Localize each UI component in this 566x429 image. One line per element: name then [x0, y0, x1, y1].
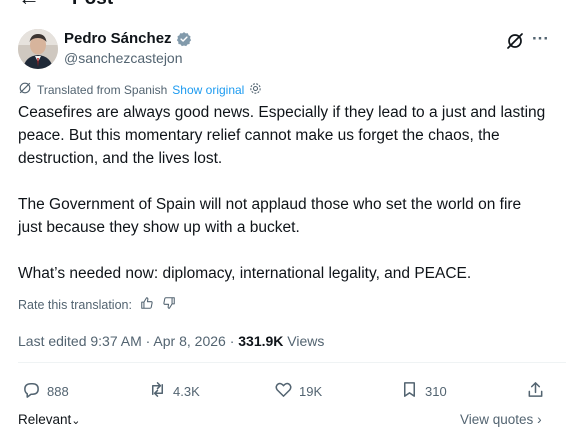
- share-button[interactable]: [526, 380, 545, 403]
- translate-icon: [18, 81, 32, 99]
- share-icon: [526, 380, 545, 403]
- author-name-text: Pedro Sánchez: [64, 30, 172, 47]
- translated-label: Translated from Spanish: [37, 83, 168, 97]
- tweet-text: Ceasefires are always good news. Especia…: [18, 101, 548, 308]
- author-name[interactable]: Pedro Sánchez: [64, 30, 192, 48]
- like-count: 19K: [299, 383, 323, 399]
- bookmark-count: 310: [425, 383, 447, 399]
- edited-timestamp[interactable]: Last edited 9:37 AM · Apr 8, 2026 ·: [18, 333, 238, 349]
- reply-button[interactable]: 888: [22, 380, 69, 403]
- tweet-paragraph: Ceasefires are always good news. Especia…: [18, 104, 546, 167]
- rate-label: Rate this translation:: [18, 298, 132, 312]
- views-label: Views: [287, 333, 325, 349]
- rate-translation: Rate this translation:: [18, 296, 176, 314]
- chevron-down-icon: ⌄: [71, 415, 81, 427]
- bookmark-button[interactable]: 310: [400, 380, 447, 403]
- settings-icon[interactable]: [249, 82, 262, 99]
- repost-count: 4.3K: [173, 383, 200, 399]
- grok-button[interactable]: [505, 31, 525, 51]
- avatar[interactable]: [18, 29, 58, 69]
- chevron-right-icon: ›: [537, 412, 542, 427]
- reply-icon: [22, 380, 41, 403]
- translation-notice: Translated from Spanish Show original: [18, 81, 262, 99]
- like-button[interactable]: 19K: [274, 380, 322, 403]
- thumbs-down-icon[interactable]: [162, 296, 176, 314]
- grok-icon: [505, 33, 525, 55]
- divider: [18, 362, 566, 363]
- show-original-link[interactable]: Show original: [172, 82, 244, 98]
- post-meta: Last edited 9:37 AM · Apr 8, 2026 · 331.…: [18, 333, 324, 350]
- author-handle[interactable]: @sanchezcastejon: [64, 50, 183, 67]
- sort-replies-dropdown[interactable]: Relevant⌄: [18, 412, 81, 429]
- thumbs-up-icon[interactable]: [140, 296, 154, 314]
- sort-label: Relevant: [18, 412, 72, 427]
- page-title: Post: [72, 0, 113, 10]
- more-icon: ···: [532, 29, 549, 48]
- tweet-paragraph: The Government of Spain will not applaud…: [18, 196, 522, 236]
- view-quotes-label: View quotes: [460, 412, 534, 427]
- bookmark-icon: [400, 380, 419, 403]
- repost-icon: [148, 380, 167, 403]
- back-button[interactable]: ←: [18, 0, 40, 10]
- repost-button[interactable]: 4.3K: [148, 380, 200, 403]
- verified-badge-icon: [176, 31, 192, 47]
- views-count: 331.9K: [238, 333, 284, 349]
- more-options-button[interactable]: ···: [532, 30, 549, 48]
- heart-icon: [274, 380, 293, 403]
- tweet-paragraph: What’s needed now: diplomacy, internatio…: [18, 265, 472, 282]
- view-quotes-link[interactable]: View quotes ›: [460, 412, 542, 428]
- arrow-left-icon: ←: [18, 0, 40, 10]
- reply-count: 888: [47, 383, 69, 399]
